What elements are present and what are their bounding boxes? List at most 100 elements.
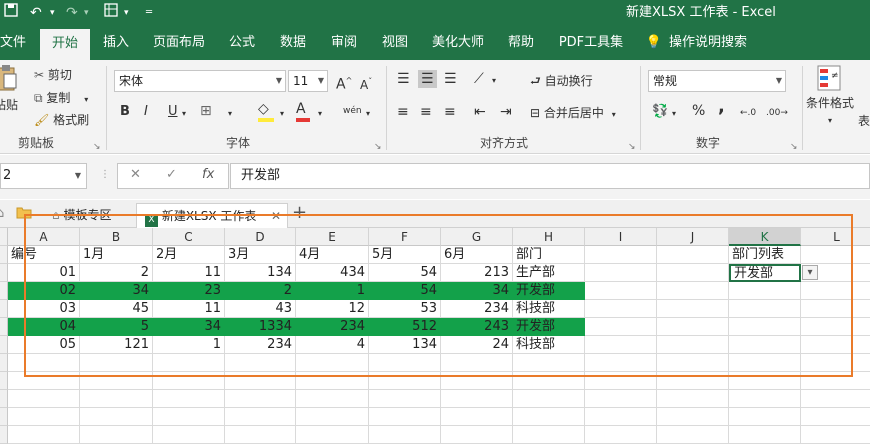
tab-formulas[interactable]: 公式 (226, 26, 258, 60)
grid-cell[interactable] (585, 264, 657, 282)
chevron-down-icon[interactable]: ▾ (280, 105, 284, 123)
undo-icon[interactable]: ↶ (30, 3, 42, 23)
data-cell[interactable]: 54 (369, 282, 441, 300)
grid-cell[interactable] (296, 426, 369, 444)
dept-list-dropdown-cell[interactable]: 开发部 (729, 264, 801, 282)
grid-cell[interactable] (369, 372, 441, 390)
grid-cell[interactable] (585, 282, 657, 300)
grid-cell[interactable] (801, 426, 870, 444)
header-cell[interactable]: 1月 (80, 246, 153, 264)
data-cell[interactable]: 45 (80, 300, 153, 318)
data-cell[interactable]: 5 (80, 318, 153, 336)
grid-cell[interactable] (729, 372, 801, 390)
grid-cell[interactable] (296, 408, 369, 426)
increase-decimal-icon[interactable]: ←.0 (740, 104, 756, 122)
grid-cell[interactable] (657, 408, 729, 426)
data-cell[interactable]: 科技部 (513, 300, 585, 318)
grid-cell[interactable] (153, 426, 225, 444)
grid-cell[interactable] (657, 336, 729, 354)
grid-cell[interactable] (225, 426, 296, 444)
tab-pdf-tools[interactable]: PDF工具集 (556, 26, 626, 60)
chevron-down-icon[interactable]: ▾ (228, 105, 232, 123)
row-header[interactable] (0, 318, 8, 336)
dialog-launcher-icon[interactable]: ↘ (790, 138, 798, 156)
header-cell[interactable]: 6月 (441, 246, 513, 264)
increase-indent-icon[interactable]: ⇥ (500, 103, 512, 121)
formula-input[interactable]: 开发部 (230, 163, 870, 189)
redo-icon[interactable]: ↷ (66, 3, 78, 23)
chevron-down-icon[interactable]: ▾ (182, 105, 186, 123)
grid-cell[interactable] (801, 282, 870, 300)
data-cell[interactable]: 53 (369, 300, 441, 318)
data-cell[interactable]: 1334 (225, 318, 296, 336)
grid-cell[interactable] (657, 372, 729, 390)
grid-cell[interactable] (153, 390, 225, 408)
grid-cell[interactable] (225, 408, 296, 426)
grid-cell[interactable] (657, 264, 729, 282)
grid-cell[interactable] (657, 246, 729, 264)
column-header-i[interactable]: I (585, 228, 657, 246)
row-header[interactable] (0, 372, 8, 390)
dialog-launcher-icon[interactable]: ↘ (628, 138, 636, 156)
chevron-down-icon[interactable]: ▾ (366, 105, 370, 123)
data-cell[interactable]: 234 (225, 336, 296, 354)
grid-cell[interactable] (153, 372, 225, 390)
grid-cell[interactable] (729, 408, 801, 426)
insert-function-icon[interactable]: fx (202, 167, 214, 182)
data-cell[interactable]: 43 (225, 300, 296, 318)
grid-cell[interactable] (657, 300, 729, 318)
row-header[interactable] (0, 336, 8, 354)
grid-cell[interactable] (513, 354, 585, 372)
grid-cell[interactable] (441, 390, 513, 408)
grid-cell[interactable] (153, 354, 225, 372)
grid-cell[interactable] (657, 390, 729, 408)
data-cell[interactable]: 54 (369, 264, 441, 282)
data-cell[interactable]: 科技部 (513, 336, 585, 354)
grid-cell[interactable] (585, 246, 657, 264)
grid-cell[interactable] (80, 426, 153, 444)
close-icon[interactable]: ✕ (271, 204, 281, 228)
grid-cell[interactable] (801, 390, 870, 408)
font-size-select[interactable]: 11 ▼ (288, 70, 328, 92)
header-cell[interactable]: 编号 (8, 246, 80, 264)
column-header-e[interactable]: E (296, 228, 369, 246)
grid-cell[interactable] (80, 372, 153, 390)
column-header-g[interactable]: G (441, 228, 513, 246)
grid-cell[interactable] (441, 426, 513, 444)
grid-cell[interactable] (8, 390, 80, 408)
data-cell[interactable]: 134 (369, 336, 441, 354)
grid-cell[interactable] (801, 372, 870, 390)
column-header-b[interactable]: B (80, 228, 153, 246)
grid-cell[interactable] (585, 336, 657, 354)
grid-cell[interactable] (225, 390, 296, 408)
tab-help[interactable]: 帮助 (505, 26, 537, 60)
data-cell[interactable]: 01 (8, 264, 80, 282)
table-format-label[interactable]: 表 (858, 112, 870, 130)
grid-cell[interactable] (657, 318, 729, 336)
data-cell[interactable]: 1 (296, 282, 369, 300)
currency-icon[interactable]: 💱 (652, 103, 668, 121)
number-format-select[interactable]: 常规 ▼ (648, 70, 786, 92)
form-icon[interactable] (104, 3, 118, 23)
column-header-d[interactable]: D (225, 228, 296, 246)
folder-icon[interactable] (16, 206, 32, 222)
home-icon[interactable]: ⌂ (0, 206, 4, 221)
grid-cell[interactable] (801, 300, 870, 318)
borders-icon[interactable]: ⊞ (200, 102, 212, 120)
grid-cell[interactable] (296, 390, 369, 408)
grid-cell[interactable] (441, 354, 513, 372)
chevron-down-icon[interactable]: ▾ (84, 3, 89, 23)
grid-cell[interactable] (296, 372, 369, 390)
grid-cell[interactable] (225, 372, 296, 390)
grid-cell[interactable] (585, 300, 657, 318)
row-header[interactable] (0, 246, 8, 264)
dialog-launcher-icon[interactable]: ↘ (374, 138, 382, 156)
data-cell[interactable]: 34 (80, 282, 153, 300)
phonetic-button[interactable]: wén (343, 102, 362, 120)
grid-cell[interactable] (80, 408, 153, 426)
grid-cell[interactable] (80, 354, 153, 372)
data-cell[interactable]: 02 (8, 282, 80, 300)
data-cell[interactable]: 34 (153, 318, 225, 336)
data-cell[interactable]: 4 (296, 336, 369, 354)
data-cell[interactable]: 121 (80, 336, 153, 354)
